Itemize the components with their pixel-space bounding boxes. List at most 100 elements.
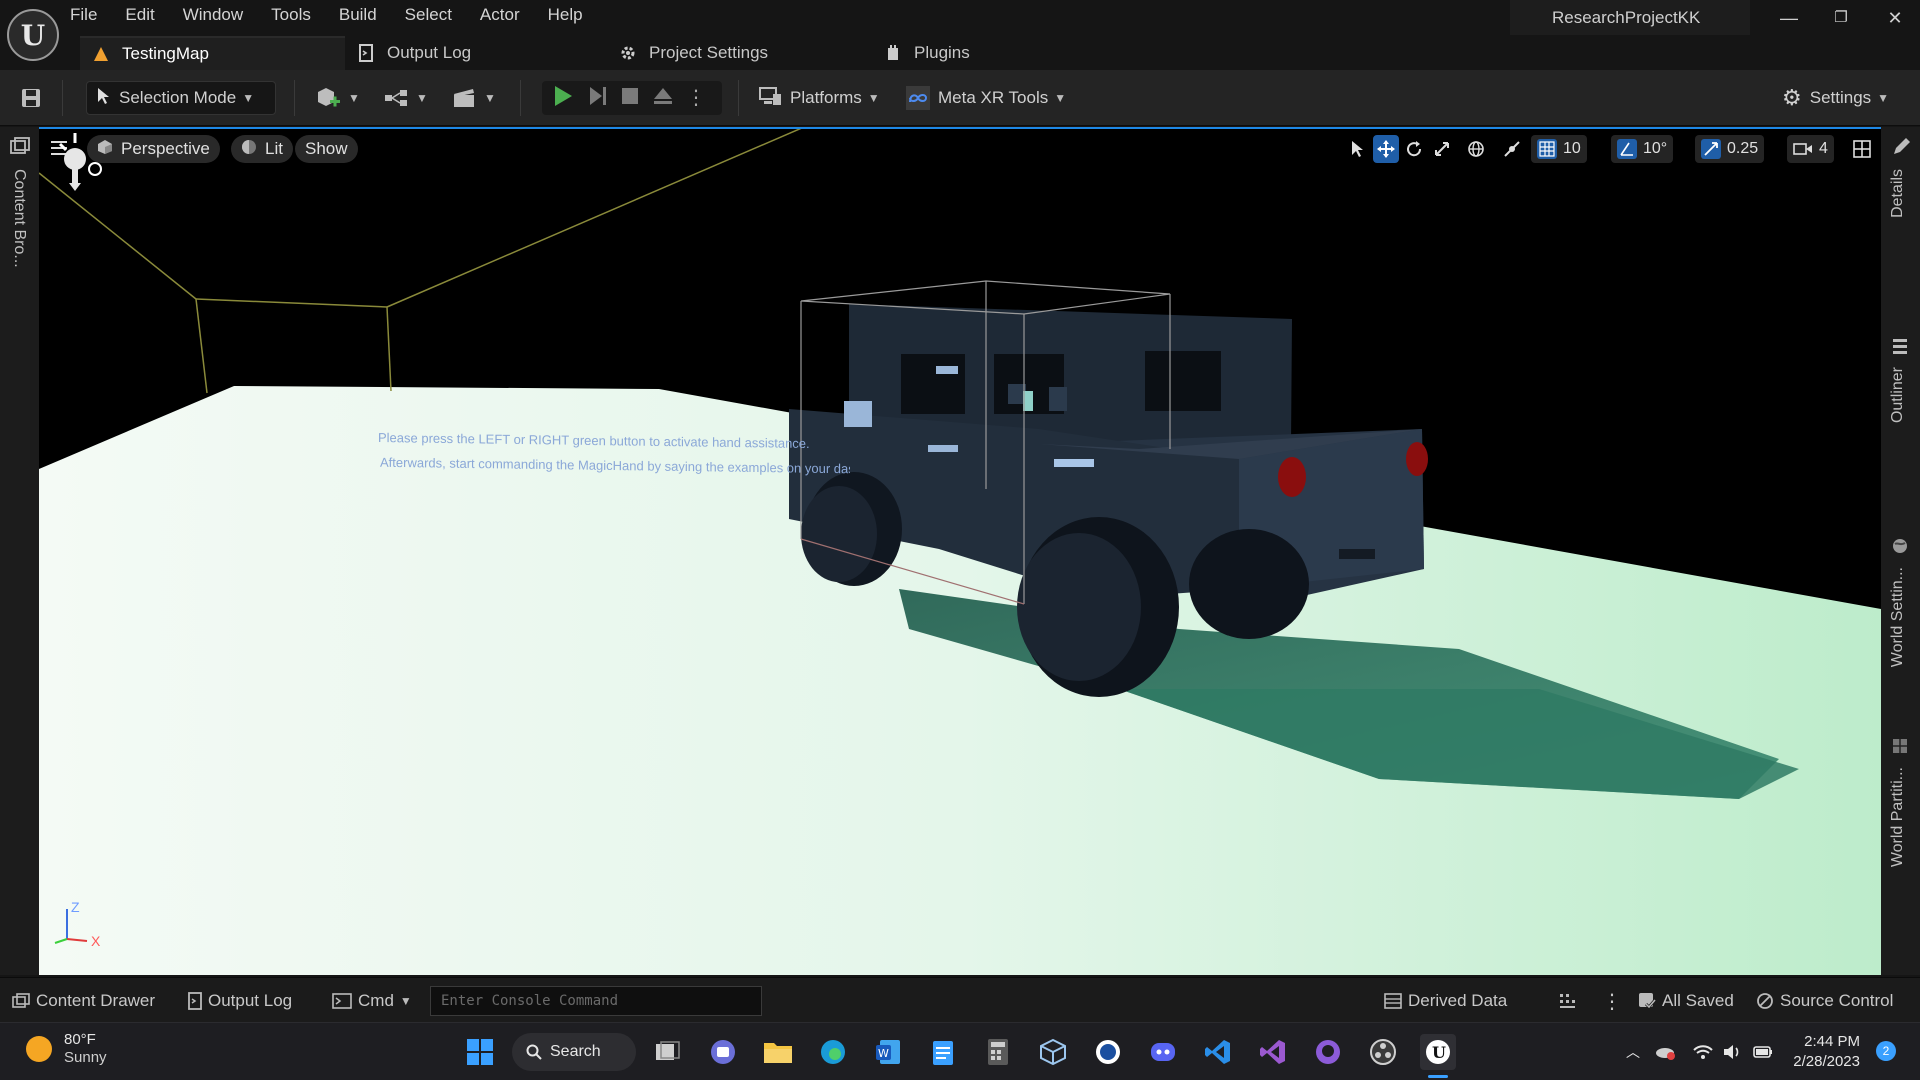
vscode-icon[interactable] [1200, 1034, 1236, 1070]
settings-dropdown[interactable]: ⚙ Settings ▼ [1782, 81, 1889, 115]
task-view-icon[interactable] [650, 1034, 686, 1070]
menu-tools[interactable]: Tools [271, 4, 311, 28]
menu-build[interactable]: Build [339, 4, 377, 28]
cinematics-button[interactable]: ▼ [452, 81, 496, 115]
select-mode-icon[interactable] [1345, 135, 1371, 163]
revision-control-icon[interactable] [1558, 987, 1576, 1015]
menu-file[interactable]: File [70, 4, 97, 28]
world-partition-icon[interactable] [1891, 737, 1909, 760]
minimize-button[interactable]: — [1774, 6, 1804, 30]
windows-start-icon[interactable] [462, 1034, 498, 1070]
selection-mode-dropdown[interactable]: Selection Mode ▼ [86, 81, 276, 115]
derived-data-button[interactable]: Derived Data [1384, 987, 1507, 1015]
edge-browser-icon[interactable] [815, 1034, 851, 1070]
details-icon[interactable] [1891, 137, 1911, 162]
stop-icon[interactable] [620, 86, 640, 111]
camera-speed-control[interactable]: 4 [1787, 135, 1834, 163]
derived-data-icon [1384, 993, 1402, 1009]
rotate-mode-icon[interactable] [1401, 135, 1427, 163]
meta-xr-tools-dropdown[interactable]: Meta XR Tools ▼ [906, 81, 1066, 115]
chevron-down-icon: ▼ [348, 91, 360, 105]
tab-testingmap[interactable]: TestingMap [80, 36, 345, 70]
search-label: Search [550, 1043, 601, 1060]
surface-snap-icon[interactable] [1499, 135, 1525, 163]
calculator-icon[interactable] [980, 1034, 1016, 1070]
play-icon[interactable] [552, 85, 574, 112]
lit-button[interactable]: Lit [231, 135, 293, 163]
scene-render[interactable] [39, 129, 1881, 975]
menu-window[interactable]: Window [183, 4, 243, 28]
clock-time: 2:44 PM [1804, 1033, 1860, 1050]
restore-button[interactable]: ❐ [1826, 6, 1856, 30]
step-icon[interactable] [586, 85, 608, 112]
world-partition-tab[interactable]: World Partiti... [1889, 767, 1907, 867]
output-log-button[interactable]: Output Log [188, 987, 292, 1015]
visual-studio-icon[interactable] [1255, 1034, 1291, 1070]
world-local-icon[interactable] [1463, 135, 1489, 163]
more-options-icon[interactable]: ⋮ [1602, 987, 1622, 1015]
all-saved-button[interactable]: All Saved [1638, 987, 1734, 1015]
tab-plugins[interactable]: Plugins [872, 36, 1072, 70]
more-options-icon[interactable]: ⋮ [686, 88, 706, 108]
outliner-tab[interactable]: Outliner [1889, 367, 1907, 423]
cmd-dropdown[interactable]: Cmd ▼ [332, 987, 412, 1015]
world-settings-icon[interactable] [1891, 537, 1909, 560]
blueprints-button[interactable]: ▼ [384, 81, 428, 115]
menu-edit[interactable]: Edit [125, 4, 154, 28]
content-browser-icon[interactable] [10, 137, 30, 160]
menu-actor[interactable]: Actor [480, 4, 520, 28]
platforms-dropdown[interactable]: Platforms ▼ [758, 81, 880, 115]
unreal-engine-taskbar-icon[interactable]: U [1420, 1034, 1456, 1070]
unreal-logo-icon[interactable]: U [7, 9, 59, 61]
teams-chat-icon[interactable] [705, 1034, 741, 1070]
scale-snap-control[interactable]: 0.25 [1695, 135, 1765, 163]
word-icon[interactable]: W [870, 1034, 906, 1070]
content-drawer-button[interactable]: Content Drawer [12, 987, 155, 1015]
weather-desc: Sunny [64, 1049, 107, 1066]
translate-mode-icon[interactable] [1373, 135, 1399, 163]
console-command-input[interactable] [430, 986, 762, 1016]
eject-icon[interactable] [652, 85, 674, 112]
volume-icon[interactable] [1720, 1034, 1746, 1070]
file-explorer-icon[interactable] [760, 1034, 796, 1070]
onedrive-icon[interactable] [1652, 1034, 1678, 1070]
taskbar-search[interactable]: Search [512, 1033, 636, 1071]
tab-project-settings[interactable]: Project Settings [607, 36, 872, 70]
menu-help[interactable]: Help [548, 4, 583, 28]
gear-icon: ⚙ [1782, 85, 1802, 110]
virtualbox-icon[interactable] [1035, 1034, 1071, 1070]
details-tab[interactable]: Details [1889, 169, 1907, 218]
meta-quest-app-icon[interactable] [1090, 1034, 1126, 1070]
wifi-icon[interactable] [1690, 1034, 1716, 1070]
scale-mode-icon[interactable] [1429, 135, 1455, 163]
notepad-icon[interactable] [925, 1034, 961, 1070]
system-clock[interactable]: 2:44 PM 2/28/2023 [1790, 1032, 1860, 1072]
notification-badge[interactable]: 2 [1876, 1041, 1896, 1061]
close-button[interactable]: ✕ [1880, 6, 1910, 30]
grid-snap-icon [1537, 139, 1557, 159]
menu-select[interactable]: Select [405, 4, 452, 28]
rotation-snap-control[interactable]: 10° [1611, 135, 1674, 163]
camera-icon [1793, 141, 1813, 157]
github-desktop-icon[interactable] [1310, 1034, 1346, 1070]
level-viewport[interactable]: Please press the LEFT or RIGHT green but… [39, 127, 1881, 975]
clock-date: 2/28/2023 [1793, 1053, 1860, 1070]
tab-output-log[interactable]: Output Log [345, 36, 607, 70]
perspective-button[interactable]: Perspective [87, 135, 220, 163]
chevron-down-icon: ▼ [1877, 91, 1890, 105]
outliner-icon[interactable] [1891, 337, 1909, 360]
source-control-button[interactable]: Source Control [1756, 987, 1893, 1015]
world-settings-tab[interactable]: World Settin... [1889, 567, 1907, 667]
grid-snap-control[interactable]: 10 [1531, 135, 1587, 163]
discord-icon[interactable] [1145, 1034, 1181, 1070]
add-actor-button[interactable]: ▼ [316, 81, 360, 115]
obs-studio-icon[interactable] [1365, 1034, 1401, 1070]
show-hidden-icons-icon[interactable]: ︿ [1622, 1034, 1644, 1070]
viewport-layout-icon[interactable] [1849, 135, 1875, 163]
content-browser-tab[interactable]: Content Bro... [10, 169, 28, 268]
weather-widget[interactable]: 80°F Sunny [26, 1031, 107, 1067]
battery-icon[interactable] [1750, 1034, 1776, 1070]
save-icon[interactable] [20, 81, 42, 115]
meta-xr-tools-label: Meta XR Tools [938, 88, 1049, 107]
show-button[interactable]: Show [295, 135, 358, 163]
